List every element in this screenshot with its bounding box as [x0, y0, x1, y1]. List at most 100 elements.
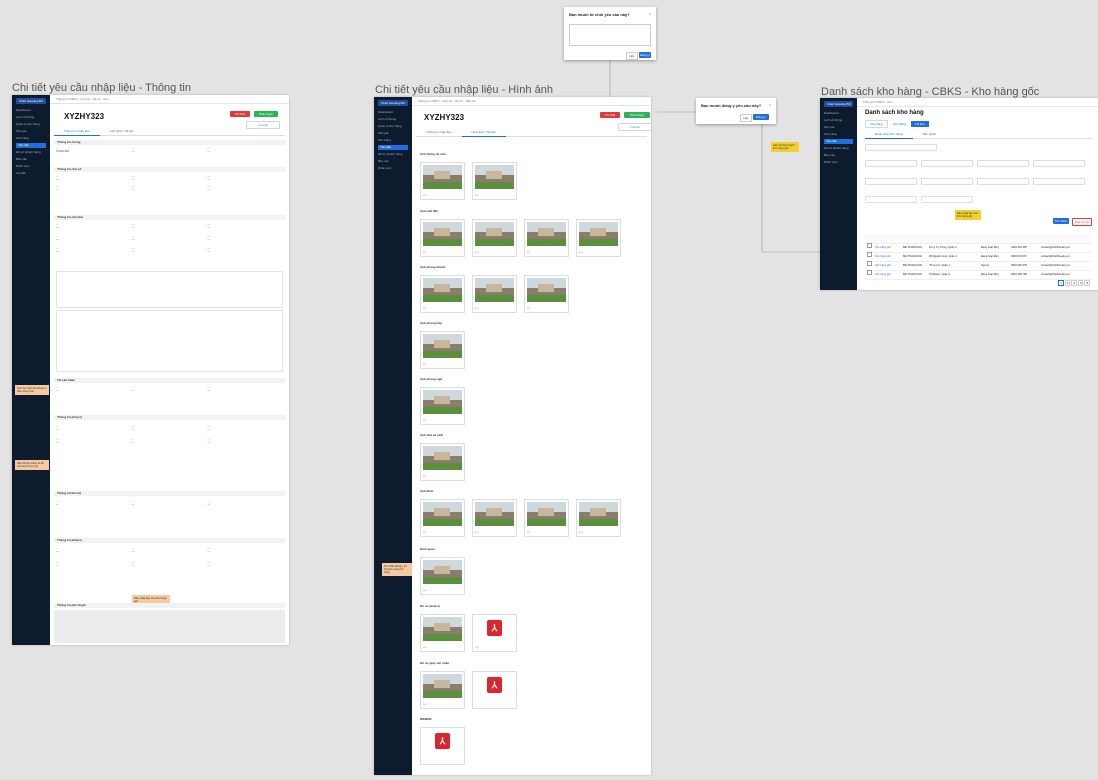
photo-thumb[interactable]: IMG	[420, 162, 465, 200]
top-tab-1[interactable]: Thông tin CBKS	[863, 100, 885, 104]
subtab-contract[interactable]: Hợp đồng	[889, 121, 910, 127]
sidebar-item-settings[interactable]: Cài đặt	[16, 171, 46, 176]
photo-thumb[interactable]: IMG	[472, 162, 517, 200]
top-tab-1[interactable]: Thông tin CBKS	[56, 97, 78, 101]
photo-thumb[interactable]: IMG	[420, 671, 465, 709]
photo-thumb[interactable]: IMG	[524, 499, 569, 537]
photo-thumb[interactable]: IMG	[524, 219, 569, 257]
confirm-button[interactable]: Đồng ý	[639, 52, 651, 58]
photo-thumb[interactable]: IMG	[472, 275, 517, 313]
tab-info[interactable]: Thông tin nhập liệu	[416, 129, 462, 136]
pdf-thumb[interactable]: ⅄	[420, 727, 465, 765]
top-tab-2[interactable]: Lịch sử	[442, 99, 452, 103]
approve-button[interactable]: Phê duyệt	[254, 111, 278, 117]
photo-thumb[interactable]: IMG	[420, 219, 465, 257]
photo-thumb[interactable]: IMG	[524, 275, 569, 313]
approve-button[interactable]: Phê duyệt	[624, 112, 650, 118]
photo-thumb[interactable]: IMG	[576, 499, 621, 537]
photo-thumb[interactable]: IMG	[420, 499, 465, 537]
photo-thumb[interactable]: IMG	[472, 499, 517, 537]
search-input[interactable]	[865, 144, 937, 151]
top-tab-4[interactable]: Kho	[104, 97, 109, 101]
filter-field[interactable]	[921, 196, 973, 203]
page-5[interactable]: 5	[1084, 280, 1090, 286]
tab-info[interactable]: Thông tin nhập liệu	[54, 128, 100, 136]
row-checkbox[interactable]	[867, 243, 872, 248]
top-tab-3[interactable]: Hồ sơ	[455, 99, 463, 103]
sidebar-item-warehouse-manage[interactable]: Quản lý kho hàng	[16, 122, 46, 127]
sidebar-item-reports[interactable]: Báo cáo	[824, 153, 853, 158]
tab-images[interactable]: Hình ảnh / Tài liệu	[100, 128, 144, 135]
row-checkbox[interactable]	[867, 252, 872, 257]
sidebar-item-customers[interactable]: Hồ sơ khách hàng	[16, 150, 46, 155]
page-2[interactable]: 2	[1064, 280, 1071, 286]
reject-button[interactable]: Từ chối	[600, 112, 620, 118]
clear-filter-button[interactable]: Xóa bộ lọc	[1072, 218, 1092, 226]
pdf-thumb[interactable]: ⅄	[472, 671, 517, 709]
photo-thumb[interactable]: IMG	[420, 275, 465, 313]
sidebar-item-results[interactable]: Kết quả	[824, 125, 853, 130]
sidebar-item-reports[interactable]: Báo cáo	[16, 157, 46, 162]
close-icon[interactable]: ×	[649, 11, 651, 16]
top-tab-4[interactable]: Kho	[887, 100, 892, 104]
filter-field[interactable]	[865, 160, 917, 167]
reason-textarea[interactable]	[569, 24, 651, 46]
search-button[interactable]: Tìm kiếm	[1053, 218, 1069, 224]
close-icon[interactable]: ×	[769, 102, 771, 107]
row-checkbox[interactable]	[867, 270, 872, 275]
sidebar-item-dashboard[interactable]: Dashboard	[378, 110, 408, 115]
photo-thumb[interactable]: IMG	[420, 557, 465, 595]
sidebar-item-dashboard[interactable]: Dashboard	[824, 111, 853, 116]
page-1[interactable]: 1	[1058, 280, 1064, 286]
sidebar-item-staff[interactable]: Nhân viên	[16, 164, 46, 169]
row-name[interactable]: Kho hàng gốc	[875, 270, 891, 279]
sidebar-item-history[interactable]: Lịch sử thông	[16, 115, 46, 120]
filter-field[interactable]	[1033, 160, 1085, 167]
sidebar-item-requests[interactable]: Yêu cầu	[378, 145, 408, 150]
photo-thumb[interactable]: IMG	[420, 614, 465, 652]
cancel-button[interactable]: Hủy	[626, 52, 638, 60]
confirm-button[interactable]: Đồng ý	[753, 114, 769, 120]
row-checkbox[interactable]	[867, 261, 872, 266]
sidebar-item-warehouse[interactable]: Kho hàng	[824, 132, 853, 137]
filter-field[interactable]	[865, 178, 917, 185]
table-row[interactable]: Kho hàng gốc BĐ-TPHCM-004 9 Pasteur, Quậ…	[865, 270, 1092, 280]
sidebar-item-reports[interactable]: Báo cáo	[378, 159, 408, 164]
filter-tab-product[interactable]: Sản phẩm	[913, 131, 947, 138]
top-tab-5[interactable]: Tiến độ	[465, 99, 475, 103]
sidebar-item-customers[interactable]: Hồ sơ khách hàng	[824, 146, 853, 151]
sidebar-item-requests[interactable]: Yêu cầu	[824, 139, 853, 144]
subtab-docs[interactable]: Tài liệu	[910, 121, 929, 127]
reject-button[interactable]: Từ chối	[230, 111, 250, 117]
sidebar-item-staff[interactable]: Nhân viên	[824, 160, 853, 165]
filter-field[interactable]	[1033, 178, 1085, 185]
sidebar-item-results[interactable]: Kết quả	[16, 129, 46, 134]
sidebar-item-requests[interactable]: Yêu cầu	[16, 143, 46, 148]
row-name[interactable]: Kho hàng gốc	[875, 243, 891, 252]
page-3[interactable]: 3	[1071, 280, 1077, 286]
filter-field[interactable]	[921, 160, 973, 167]
photo-thumb[interactable]: IMG	[576, 219, 621, 257]
top-tab-1[interactable]: Thông tin CBKS	[418, 99, 440, 103]
filter-field[interactable]	[921, 178, 973, 185]
sidebar-item-warehouse[interactable]: Kho hàng	[16, 136, 46, 141]
pdf-thumb[interactable]: ⅄ PDF	[472, 614, 517, 652]
photo-thumb[interactable]: IMG	[420, 387, 465, 425]
sidebar-item-history[interactable]: Lịch sử thông	[824, 118, 853, 123]
top-tab-2[interactable]: Lịch sử	[80, 97, 90, 101]
sidebar-item-dashboard[interactable]: Dashboard	[16, 108, 46, 113]
sidebar-item-customers[interactable]: Hồ sơ khách hàng	[378, 152, 408, 157]
subtab-warehouse[interactable]: Kho hàng	[865, 120, 888, 128]
filter-field[interactable]	[977, 160, 1029, 167]
sidebar-item-history[interactable]: Lịch sử thông	[378, 117, 408, 122]
sidebar-item-staff[interactable]: Nhân viên	[378, 166, 408, 171]
cancel-button[interactable]: Hủy	[740, 114, 752, 122]
sidebar-item-warehouse-manage[interactable]: Quản lý kho hàng	[378, 124, 408, 129]
tab-images[interactable]: Hình ảnh / Tài liệu	[461, 129, 506, 137]
top-tab-3[interactable]: Hồ sơ	[93, 97, 101, 101]
photo-thumb[interactable]: IMG	[472, 219, 517, 257]
sidebar-item-warehouse[interactable]: Kho hàng	[378, 138, 408, 143]
filter-field[interactable]	[977, 178, 1029, 185]
photo-thumb[interactable]: IMG	[420, 331, 465, 369]
sidebar-item-results[interactable]: Kết quả	[378, 131, 408, 136]
